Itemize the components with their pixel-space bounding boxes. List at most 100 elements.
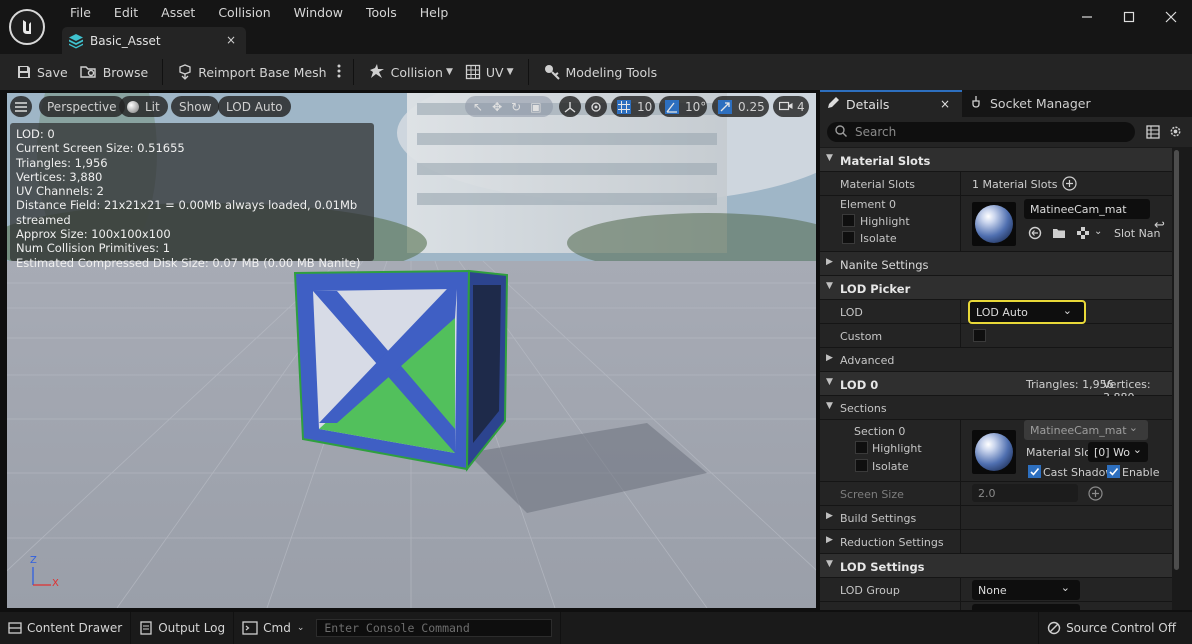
rotation-snap-value[interactable]: 10°	[685, 100, 706, 114]
more-options-button[interactable]	[333, 59, 345, 85]
axis-x-label: X	[52, 578, 59, 589]
custom-checkbox[interactable]	[973, 329, 986, 342]
reset-arrow-icon[interactable]: ↩	[1154, 218, 1165, 233]
category-material-slots[interactable]: ▼ Material Slots	[820, 148, 1172, 172]
material-asset-picker[interactable]: MatineeCam_mat	[1024, 199, 1150, 219]
category-lod-0[interactable]: ▼ LOD 0 Triangles: 1,956 Vertices: 3,880	[820, 372, 1172, 404]
menu-tools[interactable]: Tools	[358, 5, 405, 21]
source-control-button[interactable]: Source Control Off	[1038, 612, 1184, 644]
scale-snap-icon[interactable]	[718, 99, 732, 114]
cmd-dropdown[interactable]: Cmd ⌄	[234, 612, 312, 644]
material-thumbnail[interactable]	[972, 202, 1016, 246]
viewport-options-button[interactable]	[10, 96, 32, 117]
uv-dropdown[interactable]: UV ▼	[459, 59, 520, 85]
table-view-icon[interactable]	[1146, 125, 1160, 142]
element-0-row: Element 0 Highlight Isolate MatineeCam_m…	[820, 196, 1172, 252]
collision-dropdown[interactable]: Collision ▼	[362, 59, 459, 85]
checker-icon[interactable]	[1076, 226, 1090, 243]
add-slot-icon[interactable]	[1062, 176, 1077, 194]
save-icon	[16, 64, 32, 80]
section-material-thumbnail[interactable]	[972, 430, 1016, 474]
unreal-logo-icon[interactable]	[9, 9, 45, 45]
angle-snap-icon[interactable]	[665, 99, 679, 114]
lod-picker-label: LOD Picker	[840, 282, 911, 296]
menu-help[interactable]: Help	[412, 5, 457, 21]
move-tool-icon[interactable]: ✥	[492, 100, 502, 114]
minimize-button[interactable]	[1066, 0, 1108, 34]
local-space-icon	[564, 101, 576, 113]
perspective-button[interactable]: Perspective	[39, 96, 125, 117]
section-material-picker[interactable]: MatineeCam_mat ⌄	[1024, 420, 1148, 440]
rotation-snap-control[interactable]: 10°	[659, 96, 707, 117]
chevron-down-icon: ▼	[445, 67, 453, 77]
screen-size-input[interactable]: 2.0	[972, 484, 1078, 502]
console-command-input[interactable]: Enter Console Command	[316, 619, 553, 637]
modeling-tools-button[interactable]: Modeling Tools	[537, 59, 664, 85]
scale-snap-control[interactable]: 0.25	[712, 96, 769, 117]
reimport-base-mesh-button[interactable]: Reimport Base Mesh	[171, 59, 332, 85]
surface-snapping-toggle[interactable]	[585, 96, 607, 117]
grid-snap-icon[interactable]	[617, 99, 631, 114]
close-tab-icon[interactable]: ×	[226, 33, 236, 47]
lod-auto-button[interactable]: LOD Auto	[218, 96, 291, 117]
show-button[interactable]: Show	[171, 96, 220, 117]
menu-collision[interactable]: Collision	[210, 5, 278, 21]
camera-speed-control[interactable]: 4	[773, 96, 809, 117]
content-drawer-button[interactable]: Content Drawer	[0, 612, 130, 644]
transform-tools-group[interactable]: ↖ ✥ ↻ ▣	[465, 96, 553, 117]
sections-row[interactable]: ▼ Sections	[820, 396, 1172, 420]
maximize-button[interactable]	[1108, 0, 1150, 34]
content-drawer-icon	[8, 621, 22, 635]
grid-snap-value[interactable]: 10	[637, 100, 652, 114]
category-lod-settings[interactable]: ▼ LOD Settings	[820, 554, 1172, 578]
chevron-down-icon[interactable]: ⌄	[1094, 226, 1102, 237]
menu-edit[interactable]: Edit	[106, 5, 146, 21]
cmd-label: Cmd	[263, 621, 291, 635]
scale-tool-icon[interactable]: ▣	[530, 100, 541, 114]
lod-group-dropdown[interactable]: None ⌄	[972, 580, 1080, 600]
property-value-field[interactable]	[972, 604, 1080, 610]
enable-checkbox[interactable]	[1107, 465, 1120, 478]
output-log-button[interactable]: Output Log	[131, 612, 233, 644]
lod-dropdown[interactable]: LOD Auto ⌄	[968, 300, 1086, 324]
close-details-icon[interactable]: ×	[940, 97, 950, 111]
select-tool-icon[interactable]: ↖	[473, 100, 483, 114]
world-local-toggle[interactable]	[559, 96, 581, 117]
stat-vertices: Vertices: 3,880	[16, 169, 103, 184]
browse-button[interactable]: Browse	[74, 59, 155, 85]
cast-shadow-checkbox[interactable]	[1028, 465, 1041, 478]
terminal-icon	[242, 621, 258, 635]
browse-asset-icon[interactable]	[1052, 226, 1066, 243]
close-window-button[interactable]	[1150, 0, 1192, 34]
section-isolate-checkbox[interactable]	[855, 459, 868, 472]
search-placeholder: Search	[855, 125, 897, 139]
material-slot-dropdown[interactable]: [0] Wo ⌄	[1088, 442, 1148, 462]
use-selected-icon[interactable]	[1028, 226, 1042, 243]
details-search-input[interactable]: Search	[827, 122, 1135, 142]
isolate-checkbox[interactable]	[842, 231, 855, 244]
settings-gear-icon[interactable]	[1168, 124, 1183, 142]
build-settings-row[interactable]: ▶ Build Settings	[820, 506, 1172, 530]
grid-snap-control[interactable]: 10	[611, 96, 655, 117]
details-scrollbar-thumb[interactable]	[1174, 150, 1179, 570]
asset-tab[interactable]: Basic_Asset ×	[62, 27, 246, 54]
menu-window[interactable]: Window	[286, 5, 351, 21]
save-button[interactable]: Save	[10, 59, 74, 85]
lit-button[interactable]: Lit	[119, 96, 168, 117]
tab-details[interactable]: Details ×	[820, 90, 962, 117]
reduction-settings-row[interactable]: ▶ Reduction Settings	[820, 530, 1172, 554]
section-highlight-checkbox[interactable]	[855, 441, 868, 454]
category-lod-picker[interactable]: ▼ LOD Picker	[820, 276, 1172, 300]
rotate-tool-icon[interactable]: ↻	[511, 100, 521, 114]
menu-asset[interactable]: Asset	[153, 5, 203, 21]
custom-row: Custom	[820, 324, 1172, 348]
category-nanite-settings[interactable]: ▶ Nanite Settings	[820, 252, 1172, 276]
viewport[interactable]: Perspective Lit Show LOD Auto ↖ ✥ ↻ ▣ 10…	[7, 93, 816, 608]
tab-socket-manager[interactable]: Socket Manager	[966, 90, 1091, 117]
lod-dropdown-value: LOD Auto	[976, 305, 1028, 319]
menu-file[interactable]: File	[62, 5, 99, 21]
highlight-checkbox[interactable]	[842, 214, 855, 227]
add-screen-size-icon[interactable]	[1088, 486, 1103, 504]
advanced-row[interactable]: ▶ Advanced	[820, 348, 1172, 372]
scale-snap-value[interactable]: 0.25	[738, 100, 765, 114]
